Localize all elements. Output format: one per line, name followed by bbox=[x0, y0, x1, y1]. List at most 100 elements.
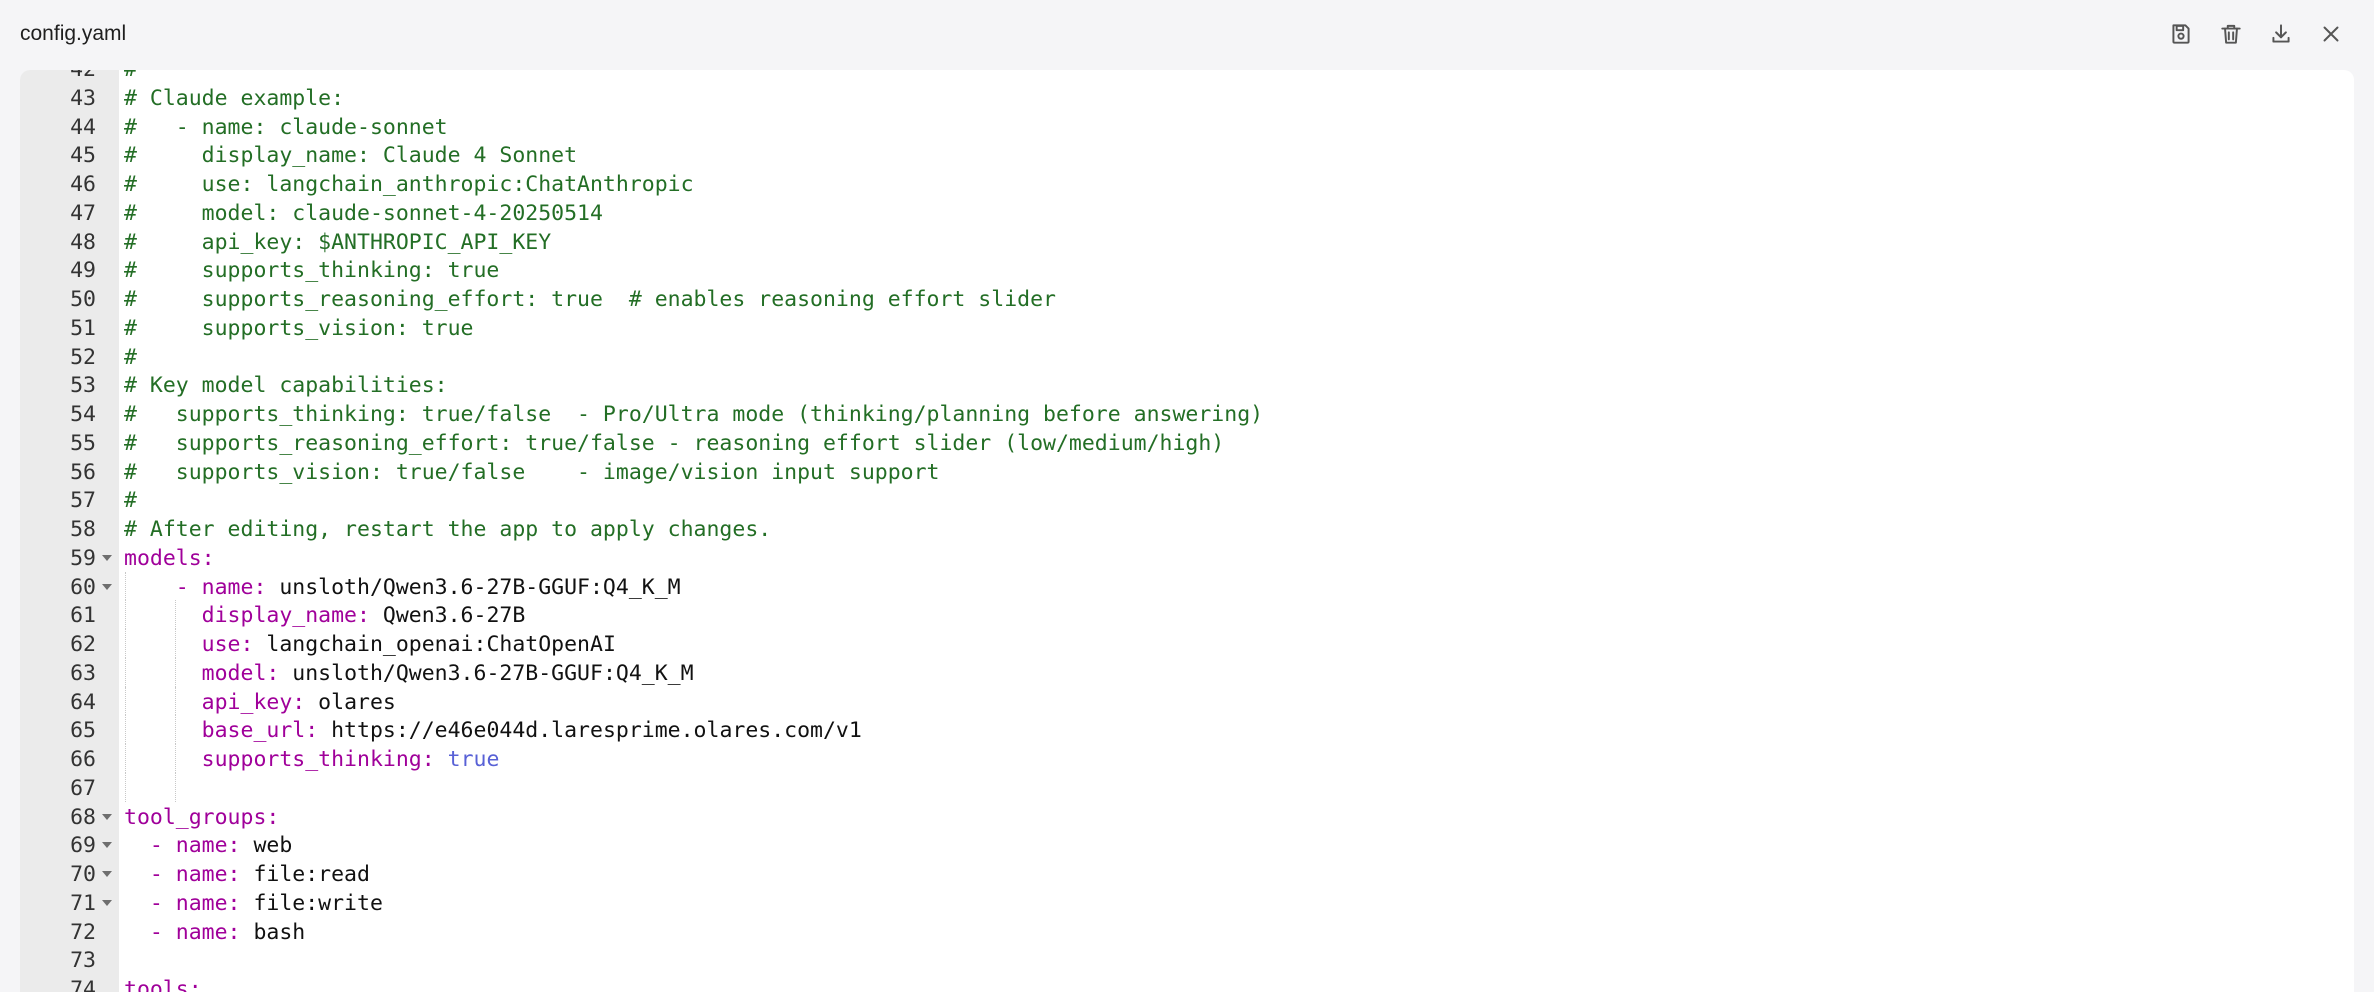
line-content: model: unsloth/Qwen3.6-27B-GGUF:Q4_K_M bbox=[124, 661, 694, 686]
line-number: 65 bbox=[70, 718, 96, 744]
code-line[interactable]: 70 - name: file:read bbox=[20, 859, 2354, 888]
line-number: 62 bbox=[70, 632, 96, 657]
code-line[interactable]: 57 # bbox=[20, 485, 2354, 514]
code-token: file:write bbox=[240, 890, 383, 916]
close-button[interactable] bbox=[2314, 17, 2348, 51]
line-number: 72 bbox=[70, 919, 96, 945]
line-content: supports_thinking: true bbox=[124, 747, 500, 772]
line-content: api_key: olares bbox=[124, 690, 396, 715]
code-line[interactable]: 45 # display_name: Claude 4 Sonnet bbox=[20, 140, 2354, 169]
code-line[interactable]: 60 - name: unsloth/Qwen3.6-27B-GGUF:Q4_K… bbox=[20, 571, 2354, 601]
code-line[interactable]: 62 use: langchain_openai:ChatOpenAI bbox=[20, 629, 2354, 658]
code-line[interactable]: 48 # api_key: $ANTHROPIC_API_KEY bbox=[20, 227, 2354, 256]
line-content: # supports_thinking: true bbox=[124, 258, 499, 283]
code-line[interactable]: 63 model: unsloth/Qwen3.6-27B-GGUF:Q4_K_… bbox=[20, 657, 2354, 687]
code-line[interactable]: 71 - name: file:write bbox=[20, 888, 2354, 917]
line-number: 54 bbox=[70, 402, 96, 427]
code-line[interactable]: 58 # After editing, restart the app to ap… bbox=[20, 514, 2354, 543]
line-content: # supports_vision: true/false - image/vi… bbox=[124, 460, 939, 485]
code-line[interactable]: 72 - name: bash bbox=[20, 917, 2354, 946]
line-number: 50 bbox=[70, 287, 96, 312]
code-line[interactable]: 47 # model: claude-sonnet-4-20250514 bbox=[20, 198, 2354, 227]
code-line[interactable]: 61 display_name: Qwen3.6-27B bbox=[20, 600, 2354, 629]
code-line[interactable]: 53 # Key model capabilities: bbox=[20, 370, 2354, 399]
code-editor[interactable]: 42 #43 # Claude example: 44 # - name: claude… bbox=[20, 70, 2354, 992]
toolbar bbox=[2164, 17, 2348, 51]
code-line[interactable]: 46 # use: langchain_anthropic:ChatAnthrop… bbox=[20, 169, 2354, 198]
fold-toggle-icon[interactable] bbox=[102, 842, 112, 849]
fold-toggle-icon[interactable] bbox=[102, 871, 112, 877]
code-line[interactable]: 52 # bbox=[20, 342, 2354, 371]
line-content: # bbox=[124, 488, 137, 513]
line-content: # display_name: Claude 4 Sonnet bbox=[124, 143, 577, 168]
code-line[interactable]: 44 # - name: claude-sonnet bbox=[20, 112, 2354, 141]
fold-toggle-icon[interactable] bbox=[102, 554, 112, 561]
code-token: https://e46e044d.laresprime.olares.com/v… bbox=[318, 718, 862, 744]
line-number: 52 bbox=[70, 344, 96, 370]
code-line[interactable]: 64 api_key: olares bbox=[20, 686, 2354, 716]
code-line[interactable]: 56 # supports_vision: true/false - image/… bbox=[20, 457, 2354, 486]
code-token: supports_thinking: bbox=[201, 747, 435, 772]
code-token: # supports_vision: true bbox=[124, 315, 474, 341]
line-content: - name: bash bbox=[124, 920, 305, 945]
line-content: base_url: https://e46e044d.laresprime.ol… bbox=[124, 718, 862, 743]
code-line[interactable]: 69 - name: web bbox=[20, 830, 2354, 859]
code-line[interactable]: 59 models: bbox=[20, 543, 2354, 572]
trash-icon bbox=[2221, 24, 2241, 44]
code-line[interactable]: 55 # supports_reasoning_effort: true/fals… bbox=[20, 428, 2354, 457]
line-content: tools: bbox=[124, 977, 202, 992]
code-token: # supports_reasoning_effort: true # enab… bbox=[124, 287, 1056, 312]
code-line[interactable]: 43 # Claude example: bbox=[20, 83, 2354, 112]
line-number: 71 bbox=[70, 890, 96, 916]
code-token: model: bbox=[201, 660, 280, 686]
code-line[interactable]: 74 tools: bbox=[20, 974, 2354, 992]
code-line[interactable]: 50 # supports_reasoning_effort: true # en… bbox=[20, 284, 2354, 313]
editor-dialog: config.yaml 43 # Claude example: 44 # - … bbox=[0, 0, 2374, 992]
code-token: # model: claude-sonnet-4-20250514 bbox=[124, 200, 603, 226]
fold-toggle-icon[interactable] bbox=[102, 899, 112, 906]
code-token: # supports_thinking: true/false - Pro/Ul… bbox=[124, 402, 1264, 427]
line-number: 46 bbox=[70, 172, 96, 197]
line-content: - name: file:write bbox=[124, 891, 383, 916]
dialog-header: config.yaml bbox=[0, 0, 2374, 68]
code-line[interactable]: 68 tool_groups: bbox=[20, 802, 2354, 831]
code-token: use: bbox=[201, 632, 254, 657]
code-line[interactable]: 66 supports_thinking: true bbox=[20, 744, 2354, 773]
code-token: # bbox=[124, 344, 137, 370]
line-content: - name: unsloth/Qwen3.6-27B-GGUF:Q4_K_M bbox=[124, 575, 681, 600]
line-number: 47 bbox=[70, 200, 96, 226]
code-token: # supports_vision: true/false - image/vi… bbox=[124, 459, 940, 485]
code-token: - name: bbox=[149, 890, 241, 916]
code-token: # After editing, restart the app to appl… bbox=[124, 517, 772, 542]
code-token: api_key: bbox=[201, 689, 306, 715]
line-number: 60 bbox=[70, 574, 96, 600]
fold-toggle-icon[interactable] bbox=[102, 583, 112, 590]
code-token: web bbox=[240, 833, 293, 859]
line-content: - name: file:read bbox=[124, 862, 370, 887]
line-number: 70 bbox=[70, 862, 96, 887]
save-button[interactable] bbox=[2164, 17, 2198, 51]
code-line[interactable]: 54 # supports_thinking: true/false - Pro/… bbox=[20, 399, 2354, 428]
line-content: # - name: claude-sonnet bbox=[124, 115, 448, 140]
code-line[interactable]: 67 bbox=[20, 772, 2354, 802]
code-token: tools: bbox=[124, 977, 202, 992]
code-token: # bbox=[124, 488, 137, 514]
code-line[interactable]: 49 # supports_thinking: true bbox=[20, 255, 2354, 284]
code-line[interactable]: 65 base_url: https://e46e044d.laresprime… bbox=[20, 715, 2354, 744]
code-line[interactable]: 51 # supports_vision: true bbox=[20, 313, 2354, 342]
line-number: 68 bbox=[70, 804, 96, 830]
line-number: 49 bbox=[70, 258, 96, 284]
code-token: - name: bbox=[149, 833, 241, 859]
code-token: tool_groups: bbox=[124, 804, 280, 830]
code-token: - name: bbox=[149, 862, 241, 887]
code-line[interactable]: 42 # bbox=[20, 70, 2354, 83]
line-content: # supports_reasoning_effort: true/false … bbox=[124, 431, 1224, 456]
line-content: # supports_vision: true bbox=[124, 316, 474, 341]
delete-button[interactable] bbox=[2214, 17, 2248, 51]
code-token: # api_key: $ANTHROPIC_API_KEY bbox=[124, 229, 552, 255]
code-line[interactable]: 73 bbox=[20, 945, 2354, 974]
download-button[interactable] bbox=[2264, 17, 2298, 51]
fold-toggle-icon[interactable] bbox=[102, 813, 112, 820]
